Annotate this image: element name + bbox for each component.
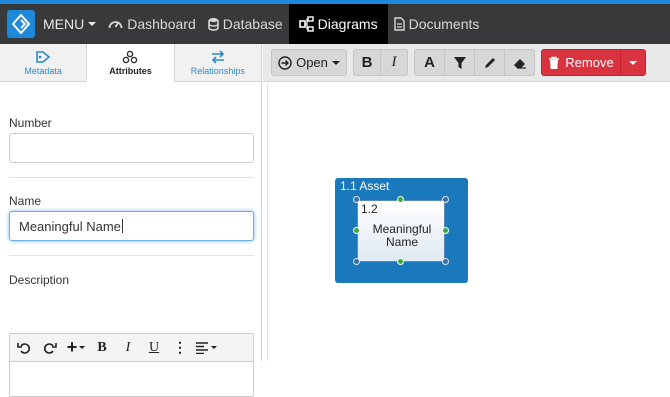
diagram-toolbar: Open B I A Remove <box>263 44 670 82</box>
open-label: Open <box>296 55 328 70</box>
italic-button[interactable]: I <box>380 49 408 76</box>
description-label: Description <box>9 273 70 287</box>
tab-metadata[interactable]: Metadata <box>0 44 86 81</box>
plus-icon: + <box>66 337 78 357</box>
pencil-icon <box>484 57 495 68</box>
remove-dropdown-button[interactable] <box>620 49 646 76</box>
bold-button[interactable]: B <box>353 49 381 76</box>
nav-dashboard[interactable]: Dashboard <box>102 4 202 44</box>
remove-label: Remove <box>565 55 614 70</box>
more-button[interactable]: ⋮ <box>169 337 191 359</box>
nav-database[interactable]: Database <box>202 4 289 44</box>
nav-diagrams-label: Diagrams <box>317 16 378 32</box>
pencil-button[interactable] <box>474 49 505 76</box>
connection-port[interactable] <box>353 227 360 234</box>
dashboard-icon <box>108 21 123 29</box>
remove-button[interactable]: Remove <box>541 49 621 76</box>
redo-icon <box>44 342 57 354</box>
nav-database-label: Database <box>222 16 283 32</box>
menu-label: MENU <box>43 16 85 32</box>
resize-handle[interactable] <box>442 196 449 203</box>
number-input[interactable] <box>9 133 254 163</box>
redo-button[interactable] <box>39 337 61 359</box>
connection-port[interactable] <box>397 196 404 203</box>
underline-button[interactable]: U <box>143 337 165 359</box>
name-input[interactable]: Meaningful Name <box>9 211 254 241</box>
eraser-icon <box>513 58 526 69</box>
asset-node-label: 1.1 Asset <box>340 179 390 193</box>
name-input-value: Meaningful Name <box>19 218 121 234</box>
asset-node[interactable]: 1.1 Asset 1.2 Meaningful Name <box>335 178 468 283</box>
child-node-name: Meaningful Name <box>372 222 432 249</box>
chevron-down-icon <box>79 346 86 349</box>
tab-relationships-label: Relationships <box>190 65 245 76</box>
navbar: MENU Dashboard Database Diagrams Documen… <box>0 4 670 44</box>
undo-icon <box>17 342 30 354</box>
tab-attributes[interactable]: Attributes <box>86 44 175 82</box>
child-node-id: 1.2 <box>361 202 378 216</box>
text-style-group: B I <box>353 49 408 76</box>
tab-relationships[interactable]: Relationships <box>175 44 261 81</box>
remove-group: Remove <box>541 49 646 76</box>
chevron-down-icon <box>629 60 637 65</box>
format-group: A <box>414 49 535 76</box>
align-left-icon <box>196 341 208 354</box>
attributes-icon <box>123 50 138 63</box>
align-button[interactable] <box>195 337 217 359</box>
open-button[interactable]: Open <box>271 49 347 76</box>
italic-button[interactable]: I <box>117 337 139 359</box>
diagram-icon <box>298 16 314 32</box>
tag-icon <box>36 50 51 63</box>
insert-button[interactable]: + <box>65 337 87 359</box>
bold-button[interactable]: B <box>91 337 113 359</box>
chevron-down-icon <box>211 346 217 349</box>
diagram-canvas[interactable]: 1.1 Asset 1.2 Meaningful Name <box>267 83 670 361</box>
properties-tabs: Metadata Attributes Relationships <box>0 44 261 82</box>
chevron-down-icon <box>88 22 97 26</box>
divider <box>9 177 254 178</box>
filter-button[interactable] <box>444 49 475 76</box>
connection-port[interactable] <box>442 227 449 234</box>
undo-button[interactable] <box>13 337 35 359</box>
editor-toolbar: + B I U ⋮ <box>10 334 253 362</box>
tab-metadata-label: Metadata <box>24 65 62 76</box>
nav-documents[interactable]: Documents <box>388 4 486 44</box>
connection-port[interactable] <box>397 258 404 265</box>
menu-button[interactable]: MENU <box>37 4 102 44</box>
child-node[interactable]: 1.2 Meaningful Name <box>357 200 445 262</box>
properties-panel: Metadata Attributes Relationships Number… <box>0 44 262 397</box>
app-logo[interactable] <box>7 10 35 38</box>
chevron-down-icon <box>331 60 340 65</box>
nav-diagrams[interactable]: Diagrams <box>288 4 388 44</box>
description-editor[interactable]: + B I U ⋮ <box>9 333 254 397</box>
eraser-button[interactable] <box>504 49 535 76</box>
resize-handle[interactable] <box>353 258 360 265</box>
trash-icon <box>549 56 560 69</box>
resize-handle[interactable] <box>442 258 449 265</box>
filter-icon <box>453 56 466 69</box>
resize-handle[interactable] <box>353 196 360 203</box>
tab-attributes-label: Attributes <box>109 65 152 76</box>
number-label: Number <box>9 116 52 130</box>
divider <box>9 255 254 256</box>
nav-dashboard-label: Dashboard <box>127 16 196 32</box>
font-button[interactable]: A <box>414 49 445 76</box>
exchange-icon <box>211 49 224 64</box>
document-icon <box>393 17 405 31</box>
database-icon <box>207 18 219 31</box>
text-cursor <box>121 219 123 233</box>
diagram-panel: Open B I A Remove 1.1 Asset 1.2 Meaningf… <box>263 44 670 361</box>
nav-documents-label: Documents <box>408 16 480 32</box>
sign-in-icon <box>278 55 292 70</box>
name-label: Name <box>9 194 42 208</box>
